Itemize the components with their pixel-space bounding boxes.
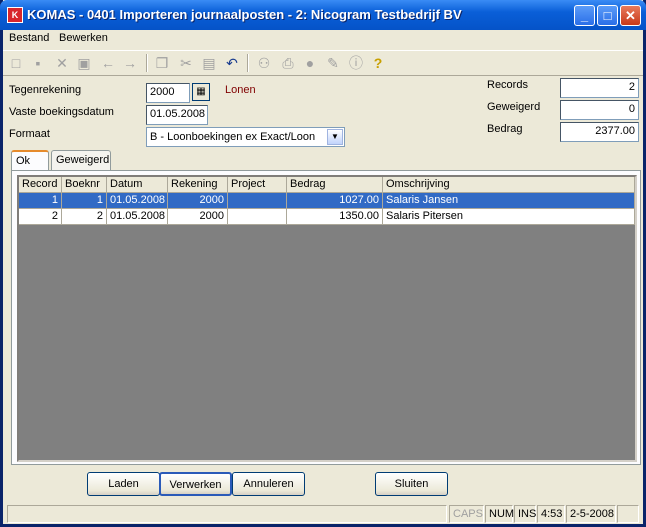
status-caps: CAPS [449, 505, 484, 523]
paste-icon[interactable]: ▤ [200, 54, 218, 72]
cell-record: 1 [19, 193, 62, 209]
status-date: 2-5-2008 [566, 505, 616, 523]
journal-grid[interactable]: Record Boeknr Datum Rekening Project Bed… [17, 175, 637, 462]
cell-omschrijving: Salaris Pitersen [383, 209, 635, 225]
column-header-boeknr[interactable]: Boeknr [62, 177, 107, 193]
menu-bar: Bestand Bewerken [3, 30, 643, 48]
help-icon[interactable]: ? [369, 54, 387, 72]
column-header-omschrijving[interactable]: Omschrijving [383, 177, 635, 193]
menu-bewerken[interactable]: Bewerken [59, 32, 108, 44]
cell-datum: 01.05.2008 [107, 209, 168, 225]
status-bar: CAPS NUM INS 4:53 2-5-2008 [3, 503, 643, 524]
print-icon[interactable]: ⎙ [279, 54, 297, 72]
saveas-icon[interactable]: ▣ [75, 54, 93, 72]
close-button[interactable]: ✕ [620, 5, 641, 26]
app-icon[interactable]: K [7, 7, 23, 23]
toolbar-separator [146, 54, 148, 72]
cell-record: 2 [19, 209, 62, 225]
tab-geweigerd[interactable]: Geweigerd [51, 150, 111, 170]
minimize-button[interactable]: _ [574, 5, 595, 26]
cell-bedrag: 1027.00 [287, 193, 383, 209]
annuleren-button[interactable]: Annuleren [232, 472, 305, 496]
delete-icon[interactable]: ✕ [53, 54, 71, 72]
formaat-value: B - Loonboekingen ex Exact/Loon [150, 131, 316, 143]
new-icon[interactable]: □ [7, 54, 25, 72]
column-header-datum[interactable]: Datum [107, 177, 168, 193]
back-arrow-icon[interactable]: ← [99, 54, 117, 72]
info-icon[interactable]: ⓘ [347, 54, 365, 72]
undo-icon[interactable]: ↶ [223, 54, 241, 72]
toolbar: □ ▪ ✕ ▣ ← → ❐ ✂ ▤ ↶ ⚇ ⎙ ● ✎ ⓘ ? [3, 50, 643, 76]
window-title: KOMAS - 0401 Importeren journaalposten -… [27, 7, 462, 22]
records-label: Records [487, 79, 528, 91]
title-bar[interactable]: K KOMAS - 0401 Importeren journaalposten… [0, 0, 646, 30]
geweigerd-value: 0 [560, 100, 639, 120]
tab-panel: Record Boeknr Datum Rekening Project Bed… [11, 170, 641, 465]
cell-project [228, 193, 287, 209]
table-row[interactable]: 1 1 01.05.2008 2000 1027.00 Salaris Jans… [19, 193, 635, 209]
formaat-label: Formaat [9, 128, 50, 140]
status-time: 4:53 [537, 505, 565, 523]
cell-rekening: 2000 [168, 209, 228, 225]
cell-omschrijving: Salaris Jansen [383, 193, 635, 209]
status-num: NUM [485, 505, 514, 523]
cell-rekening: 2000 [168, 193, 228, 209]
main-window: K KOMAS - 0401 Importeren journaalposten… [0, 0, 646, 527]
laden-button[interactable]: Laden [87, 472, 160, 496]
status-ins: INS [514, 505, 536, 523]
vaste-boekingsdatum-label: Vaste boekingsdatum [9, 106, 114, 118]
column-header-project[interactable]: Project [228, 177, 287, 193]
cell-bedrag: 1350.00 [287, 209, 383, 225]
column-header-record[interactable]: Record [19, 177, 62, 193]
cell-boeknr: 2 [62, 209, 107, 225]
status-message [7, 505, 447, 523]
edit-icon[interactable]: ✎ [324, 54, 342, 72]
table-row[interactable]: 2 2 01.05.2008 2000 1350.00 Salaris Pite… [19, 209, 635, 225]
copy-icon[interactable]: ❐ [153, 54, 171, 72]
cell-boeknr: 1 [62, 193, 107, 209]
column-header-bedrag[interactable]: Bedrag [287, 177, 383, 193]
binoculars-icon[interactable]: ⚇ [255, 54, 273, 72]
sluiten-button[interactable]: Sluiten [375, 472, 448, 496]
tegenrekening-name: Lonen [225, 84, 256, 96]
tegenrekening-input[interactable]: 2000 [146, 83, 190, 103]
cut-icon[interactable]: ✂ [177, 54, 195, 72]
save-icon[interactable]: ▪ [29, 54, 47, 72]
bedrag-label: Bedrag [487, 123, 523, 135]
maximize-button[interactable]: □ [597, 5, 618, 26]
toolbar-separator [247, 54, 249, 72]
geweigerd-label: Geweigerd [487, 101, 541, 113]
grid-header: Record Boeknr Datum Rekening Project Bed… [19, 177, 635, 193]
verwerken-button[interactable]: Verwerken [159, 472, 232, 496]
calendar-lookup-icon[interactable]: ▦ [192, 83, 210, 101]
vaste-boekingsdatum-input[interactable]: 01.05.2008 [146, 105, 208, 125]
chevron-down-icon[interactable]: ▼ [327, 129, 343, 145]
forward-arrow-icon[interactable]: → [121, 54, 139, 72]
records-value: 2 [560, 78, 639, 98]
status-extra [617, 505, 639, 523]
bell-icon[interactable]: ● [301, 54, 319, 72]
menu-bestand[interactable]: Bestand [9, 32, 49, 44]
bedrag-value: 2377.00 [560, 122, 639, 142]
cell-datum: 01.05.2008 [107, 193, 168, 209]
tegenrekening-label: Tegenrekening [9, 84, 82, 96]
column-header-rekening[interactable]: Rekening [168, 177, 228, 193]
formaat-select[interactable]: B - Loonboekingen ex Exact/Loon ▼ [146, 127, 345, 147]
tab-ok[interactable]: Ok [11, 150, 49, 172]
cell-project [228, 209, 287, 225]
